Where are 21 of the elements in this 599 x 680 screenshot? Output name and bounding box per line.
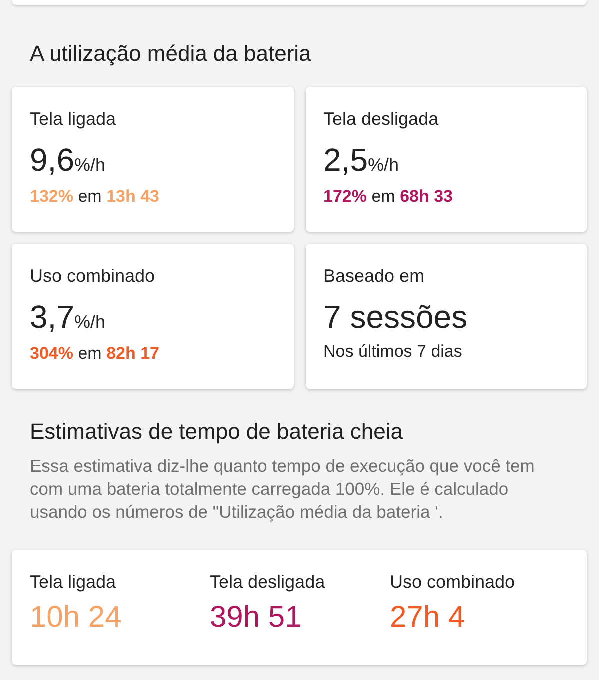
stat-label: Baseado em — [324, 266, 426, 287]
stat-value: 7 sessões — [324, 299, 469, 336]
estimate-value: 10h 24 — [30, 601, 123, 635]
description-text: Essa estimativa diz-lhe quanto tempo de execução que você tem com uma bateria totalmente carregada 100%. Ele é calculado usando os números de "Utilização média da bateria '. — [30, 455, 536, 524]
section-title: Estimativas de tempo de bateria cheia — [29, 419, 404, 445]
stat-value: 2,5%/h — [324, 142, 400, 179]
section-title: A utilização média da bateria — [29, 41, 312, 67]
stat-label: Tela ligada — [30, 109, 118, 130]
estimate-label: Uso combinado — [390, 572, 516, 593]
estimate-label: Tela desligada — [210, 572, 326, 593]
stat-detail: 304% em 82h 17 — [30, 344, 161, 364]
estimate-label: Tela ligada — [30, 572, 118, 593]
stat-value: 9,6%/h — [30, 142, 107, 179]
stat-label: Uso combinado — [30, 266, 156, 287]
estimate-value: 39h 51 — [210, 601, 303, 635]
stat-note: Nos últimos 7 dias — [324, 342, 464, 362]
stat-value: 3,7%/h — [30, 299, 107, 336]
stat-label: Tela desligada — [324, 109, 440, 130]
stat-detail: 132% em 13h 43 — [30, 187, 161, 207]
stat-detail: 172% em 68h 33 — [324, 187, 454, 207]
estimate-value: 27h 4 — [390, 601, 466, 635]
